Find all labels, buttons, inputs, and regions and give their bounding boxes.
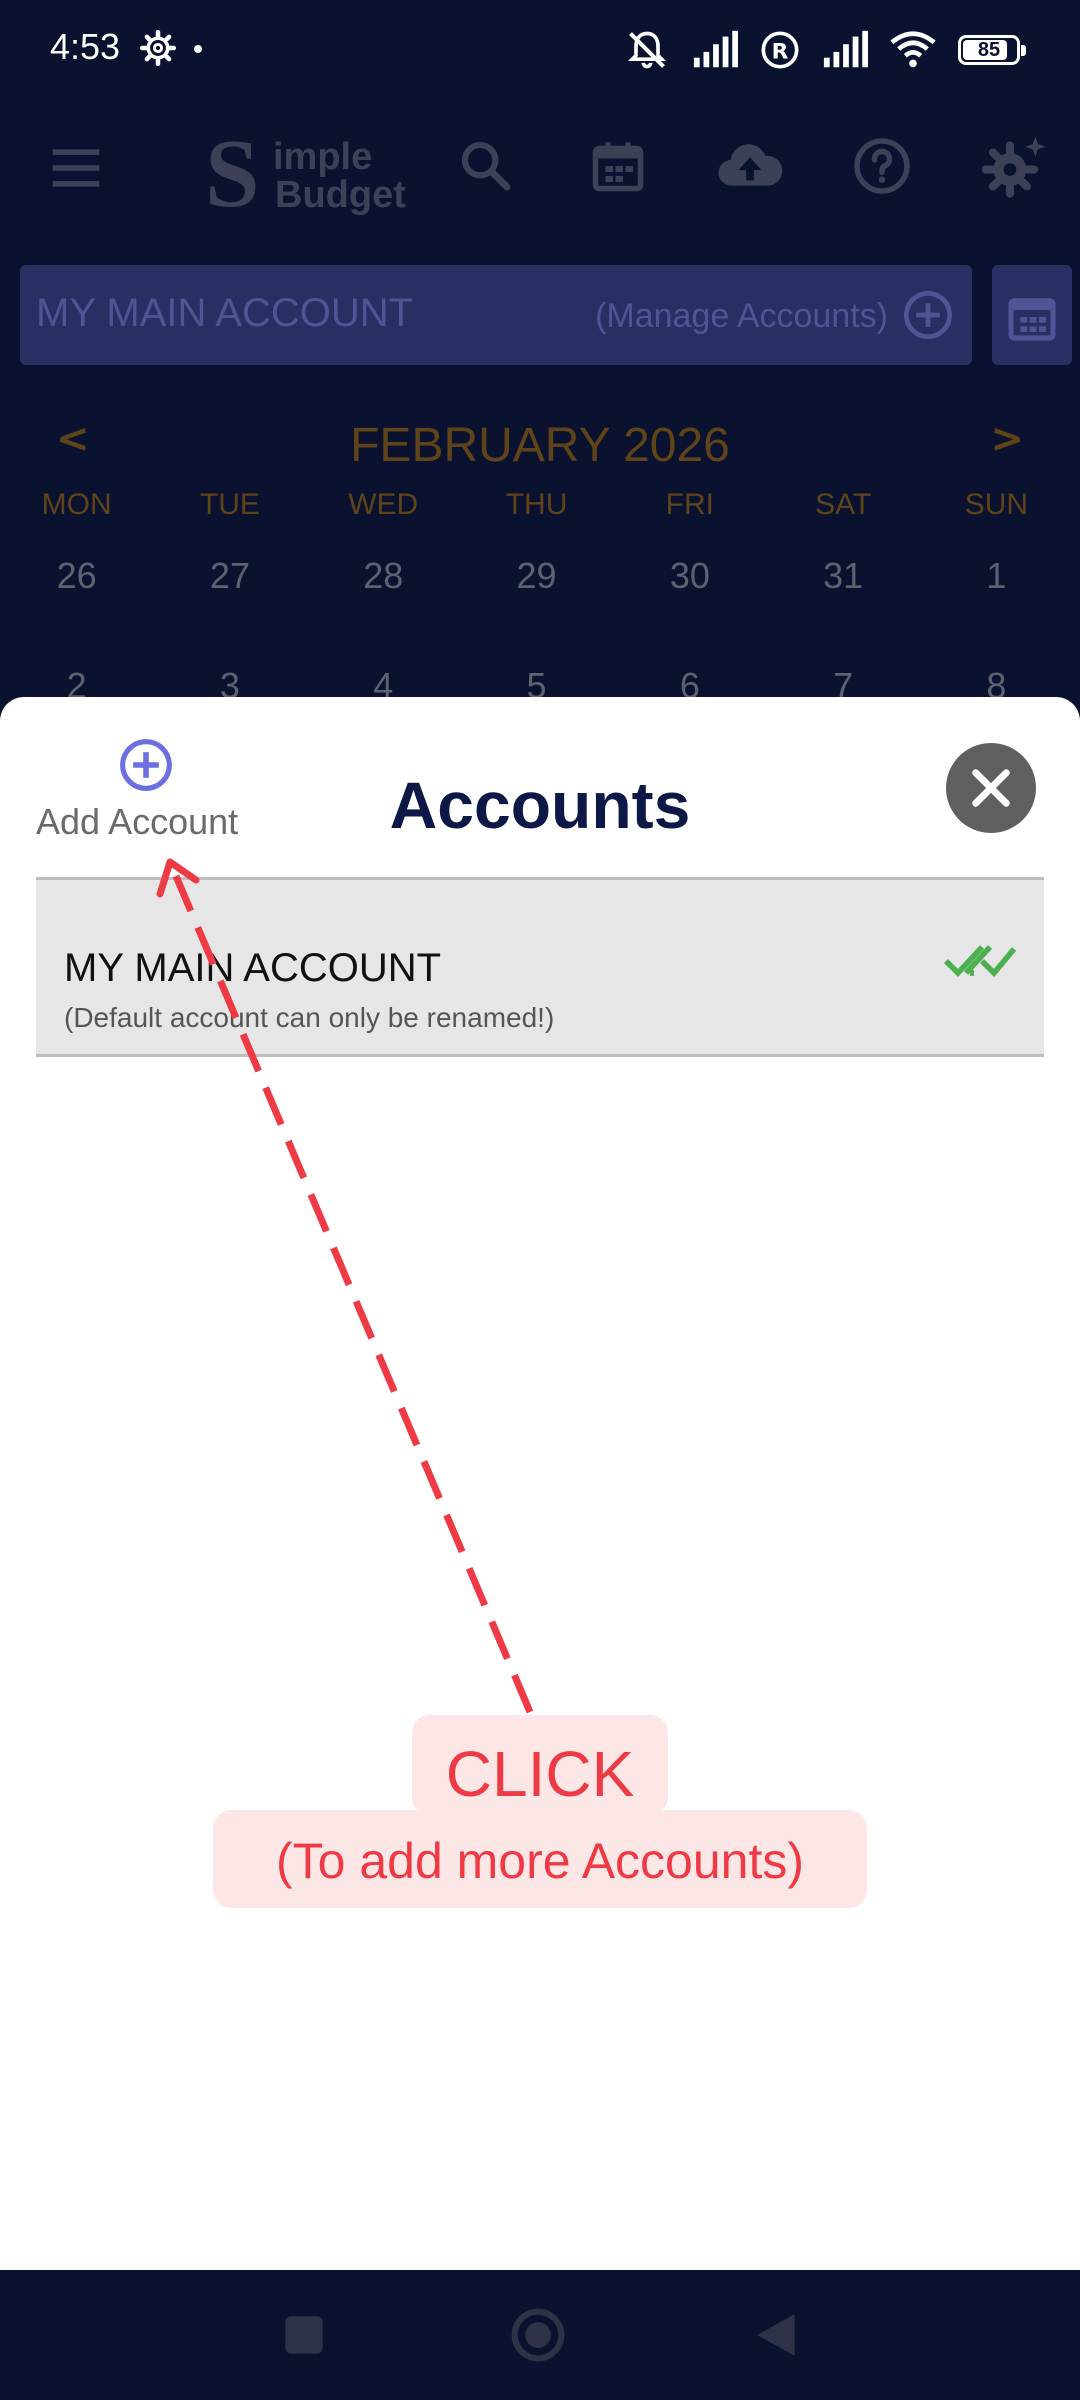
account-list-item[interactable]: MY MAIN ACCOUNT (Default account can onl… — [36, 877, 1044, 1057]
calendar-day[interactable]: 31 — [766, 555, 919, 597]
close-button[interactable] — [946, 743, 1036, 833]
calendar-day[interactable]: 26 — [0, 555, 153, 597]
logo-line1: imple — [273, 136, 373, 178]
recents-icon[interactable] — [276, 2307, 332, 2363]
weekday-label: TUE — [199, 488, 260, 521]
battery-tip — [1021, 45, 1026, 56]
screen: 4:53 R 85 S imple Budget MY MAIN ACCOUNT… — [0, 0, 1080, 2400]
settings-sparkle-icon[interactable] — [982, 134, 1048, 200]
calendar-day[interactable]: 30 — [613, 555, 766, 597]
account-note: (Default account can only be renamed!) — [64, 1002, 555, 1033]
settings-status-icon — [140, 30, 176, 66]
battery-icon: 85 — [958, 35, 1026, 65]
close-icon — [972, 769, 1010, 807]
bell-muted-icon — [627, 31, 667, 69]
calendar-day[interactable]: 1 — [920, 555, 1073, 597]
dialog-title: Accounts — [389, 768, 691, 842]
weekday-label: SUN — [964, 488, 1029, 521]
accounts-dialog: Add Account Accounts MY MAIN ACCOUNT (De… — [0, 697, 1080, 2270]
annotation-subtitle-text: (To add more Accounts) — [275, 1833, 805, 1889]
weekday-header: MON TUE WED THU FRI SAT SUN — [0, 488, 1080, 522]
roaming-icon: R — [761, 31, 799, 69]
logo-letter: S — [205, 120, 260, 228]
weekday-label: FRI — [665, 488, 714, 521]
status-bar: 4:53 R 85 — [0, 0, 1080, 100]
back-icon[interactable] — [748, 2307, 804, 2363]
system-navigation-bar — [0, 2270, 1080, 2400]
current-account-name: MY MAIN ACCOUNT — [36, 291, 414, 335]
account-name: MY MAIN ACCOUNT — [64, 946, 442, 990]
app-bar: S imple Budget — [0, 110, 1080, 230]
weekday-label: WED — [348, 488, 419, 521]
home-icon[interactable] — [510, 2307, 566, 2363]
annotation-label-text: CLICK — [445, 1738, 635, 1810]
annotation-label: CLICK — [412, 1715, 668, 1815]
battery-level: 85 — [977, 38, 1001, 61]
signal-1-icon — [693, 30, 738, 68]
annotation-subtitle: (To add more Accounts) — [213, 1810, 867, 1908]
next-month-button[interactable]: > — [990, 416, 1024, 462]
weekday-label: THU — [505, 488, 568, 521]
double-check-icon — [944, 945, 1016, 978]
cloud-upload-icon[interactable] — [714, 134, 786, 196]
calendar-toggle-button[interactable] — [992, 265, 1072, 365]
search-icon[interactable] — [458, 138, 514, 194]
calendar-icon[interactable] — [588, 136, 648, 196]
logo-line2: Budget — [275, 174, 406, 216]
month-title: FEBRUARY 2026 — [350, 419, 730, 472]
month-navigation: < FEBRUARY 2026 > — [0, 410, 1080, 480]
status-time: 4:53 — [50, 26, 121, 67]
calendar-small-icon — [1008, 298, 1056, 341]
calendar-day[interactable]: 28 — [307, 555, 460, 597]
calendar-week-row: 26 27 28 29 30 31 1 — [0, 555, 1080, 597]
svg-text:R: R — [772, 39, 789, 64]
weekday-label: SAT — [815, 488, 872, 521]
app-logo: S imple Budget — [205, 120, 415, 228]
calendar-day[interactable]: 27 — [153, 555, 306, 597]
manage-accounts-link[interactable]: (Manage Accounts) — [595, 297, 888, 336]
account-selector[interactable]: MY MAIN ACCOUNT (Manage Accounts) — [20, 265, 972, 365]
wifi-icon — [890, 31, 936, 68]
help-icon[interactable] — [852, 136, 912, 196]
menu-icon[interactable] — [48, 140, 104, 196]
weekday-label: MON — [41, 488, 112, 521]
add-circle-icon[interactable] — [902, 289, 954, 341]
signal-2-icon — [823, 30, 868, 68]
calendar-day[interactable]: 29 — [460, 555, 613, 597]
notification-dot-icon — [194, 45, 202, 53]
status-icons: R 85 — [624, 28, 1026, 72]
